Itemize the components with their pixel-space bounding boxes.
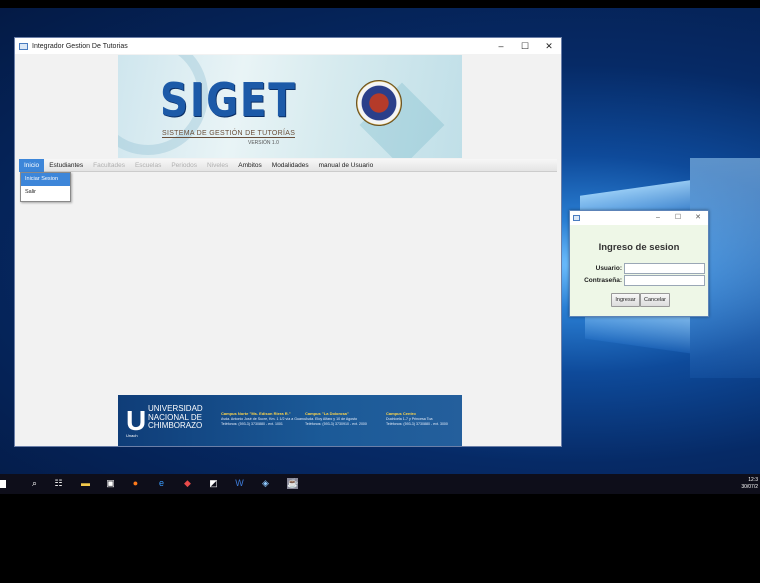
campus-address: Avda. Eloy Alfaro y 10 de Agosto <box>305 417 358 421</box>
firefox-icon[interactable]: ● <box>130 478 141 489</box>
campus-phone: Teléfonos: (593-3) 3730880 - ext. 3000 <box>386 422 448 426</box>
menu-escuelas: Escuelas <box>134 161 162 169</box>
main-window-title: Integrador Gestion De Tutorias <box>32 42 128 50</box>
clock-date: 30/07/2 <box>741 484 758 490</box>
campus-phone: Teléfonos: (593-3) 3730880 - ext. 1001 <box>221 422 283 426</box>
password-label: Contraseña: <box>584 277 622 284</box>
clock-time: 12:3 <box>748 477 758 483</box>
banner-version: VERSIÓN 1.0 <box>248 140 279 146</box>
minimize-button[interactable]: – <box>489 38 513 54</box>
maximize-button[interactable]: ☐ <box>668 211 688 225</box>
university-name: UNIVERSIDAD NACIONAL DE CHIMBORAZO <box>148 404 203 431</box>
taskbar-clock[interactable]: 12:3 30/07/2 <box>741 477 758 491</box>
user-input[interactable] <box>624 263 705 274</box>
menu-modalidades[interactable]: Modalidades <box>267 159 314 172</box>
menu-bar: Inicio Estudiantes Facultades Escuelas Perio… <box>19 158 557 172</box>
siget-logo: SIGET <box>160 73 297 127</box>
search-icon[interactable]: ⌕ <box>29 478 40 489</box>
campus-address: Avda. Antonio José de Sucre, Km. 1 1/2 v… <box>221 417 306 421</box>
unach-footer-banner: U Unach UNIVERSIDAD NACIONAL DE CHIMBORA… <box>118 395 462 446</box>
edge-icon[interactable]: e <box>156 478 167 489</box>
campus-name: Campus Norte "Ms. Edison Riera R." <box>221 411 291 416</box>
campus-name: Campus "La Dolorosa" <box>305 411 349 416</box>
campus-address: Duchicela 1-7 y Princesa Toa <box>386 417 433 421</box>
menu-estudiantes[interactable]: Estudiantes <box>44 159 88 172</box>
screen: Integrador Gestion De Tutorias – ☐ ✕ SIG… <box>0 0 760 583</box>
login-titlebar[interactable]: – ☐ ✕ <box>570 211 708 225</box>
close-button[interactable]: ✕ <box>537 38 561 54</box>
minimize-button[interactable]: – <box>648 211 668 225</box>
cancel-button[interactable]: Cancelar <box>640 293 670 307</box>
store-icon[interactable]: ▣ <box>105 478 116 489</box>
siget-banner: SIGET SISTEMA DE GESTIÓN DE TUTORÍAS VER… <box>118 55 462 158</box>
main-titlebar[interactable]: Integrador Gestion De Tutorias – ☐ ✕ <box>15 38 561 54</box>
campus-info: Campus "La Dolorosa" Avda. Eloy Alfaro y… <box>305 411 367 427</box>
campus-phone: Teléfonos: (593-3) 3730910 - ext. 2000 <box>305 422 367 426</box>
login-heading: Ingreso de sesion <box>598 242 680 253</box>
taskbar: ⌕ ☷ ▬ ▣ ● e ◆ ◩ W ◈ ☕ 12:3 30/07/2 <box>0 474 760 494</box>
campus-info: Campus Centro Duchicela 1-7 y Princesa T… <box>386 411 448 427</box>
menu-niveles: Niveles <box>206 161 229 169</box>
menu-manual-de-usuario[interactable]: manual de Usuario <box>314 159 379 172</box>
main-window: Integrador Gestion De Tutorias – ☐ ✕ SIG… <box>14 37 562 447</box>
virtualbox-icon[interactable]: ◈ <box>260 478 271 489</box>
inicio-dropdown-menu: Iniciar Sesion Salir <box>20 172 71 202</box>
menu-item-salir[interactable]: Salir <box>21 186 70 199</box>
unach-logo-text: Unach <box>126 433 138 438</box>
close-button[interactable]: ✕ <box>688 211 708 225</box>
file-explorer-icon[interactable]: ▬ <box>80 478 91 489</box>
menu-ambitos[interactable]: Ambitos <box>233 159 266 172</box>
campus-info: Campus Norte "Ms. Edison Riera R." Avda.… <box>221 411 305 427</box>
app-window-icon <box>19 42 28 50</box>
word-icon[interactable]: W <box>234 478 245 489</box>
menu-inicio[interactable]: Inicio <box>19 158 45 172</box>
login-window: – ☐ ✕ Ingreso de sesion Usuario: Contras… <box>569 210 709 317</box>
university-seal-icon <box>356 80 402 126</box>
app-icon[interactable]: ◆ <box>182 478 193 489</box>
maximize-button[interactable]: ☐ <box>513 38 537 54</box>
password-input[interactable] <box>624 275 705 286</box>
menu-facultades: Facultades <box>93 161 125 169</box>
sticky-notes-icon[interactable]: ◩ <box>208 478 219 489</box>
menu-item-iniciar-sesion[interactable]: Iniciar Sesion <box>21 173 70 186</box>
campus-name: Campus Centro <box>386 411 416 416</box>
university-name-line: CHIMBORAZO <box>148 421 203 430</box>
menu-periodos: Periodos <box>171 161 197 169</box>
java-app-icon[interactable]: ☕ <box>287 478 298 489</box>
user-label: Usuario: <box>595 265 622 272</box>
start-button-icon[interactable] <box>0 480 6 488</box>
login-button[interactable]: Ingresar <box>611 293 640 307</box>
task-view-icon[interactable]: ☷ <box>53 478 64 489</box>
banner-subtitle: SISTEMA DE GESTIÓN DE TUTORÍAS <box>162 130 296 138</box>
app-window-icon <box>573 215 580 221</box>
